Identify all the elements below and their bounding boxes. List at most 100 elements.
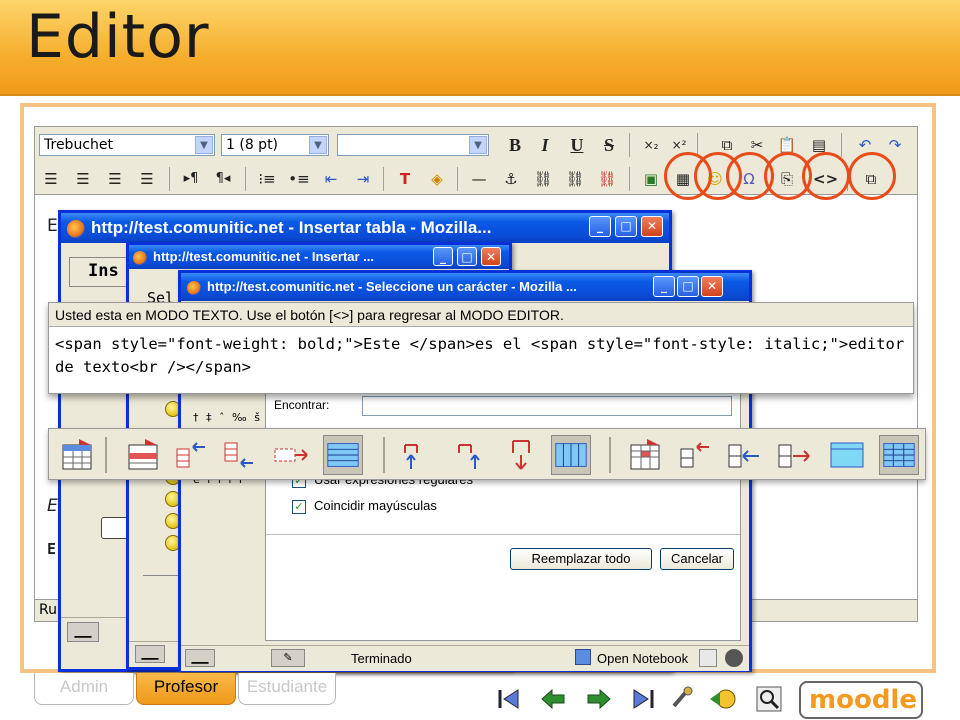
bold-button[interactable]: B (503, 133, 527, 157)
split-cell-icon[interactable] (879, 435, 919, 475)
moodle-logo-text: moodle (809, 685, 917, 715)
editor-text-line: E (47, 540, 57, 558)
tab-estudiante[interactable]: Estudiante (238, 673, 336, 705)
underline-button[interactable]: U (565, 133, 589, 157)
align-center-icon[interactable]: ☰ (71, 167, 95, 191)
window-status-bar: ▁▁ ✎ Terminado Open Notebook (181, 645, 749, 671)
table-tools-strip (48, 428, 926, 480)
align-justify-icon[interactable]: ☰ (135, 167, 159, 191)
delete-column-icon[interactable] (501, 435, 541, 475)
case-label: Coincidir mayúsculas (314, 498, 437, 513)
indent-icon[interactable]: ⇥ (351, 167, 375, 191)
close-button[interactable]: ✕ (701, 276, 723, 297)
tab-admin[interactable]: Admin (34, 673, 134, 705)
unlink-icon[interactable]: ⛓ (595, 167, 619, 191)
previous-slide-icon[interactable] (538, 684, 568, 714)
italic-button[interactable]: I (533, 133, 557, 157)
insert-row-after-icon[interactable] (219, 435, 259, 475)
grid-icon (699, 649, 717, 667)
divider (143, 575, 183, 576)
slide-title-band: Editor (0, 0, 960, 96)
find-label: Encontrar: (274, 398, 330, 412)
maximize-button[interactable]: □ (457, 247, 477, 266)
background-color-icon[interactable]: ◈ (425, 167, 449, 191)
image-icon[interactable]: ▣ (639, 167, 663, 191)
strip-separator (105, 437, 107, 473)
search-icon[interactable] (754, 684, 784, 714)
insert-cell-before-icon[interactable] (675, 435, 715, 475)
close-button[interactable]: ✕ (641, 216, 663, 237)
maximize-button[interactable]: □ (677, 276, 699, 297)
insert-row-before-icon[interactable] (171, 435, 211, 475)
split-column-icon[interactable] (551, 435, 591, 475)
strikethrough-button[interactable]: S (597, 133, 621, 157)
font-size-select[interactable]: 1 (8 pt) ▼ (221, 134, 329, 156)
toolbar-separator (245, 167, 246, 191)
toolbar-separator (169, 167, 170, 191)
merge-cells-icon[interactable] (827, 435, 867, 475)
status-panel-icon: ▁▁ (135, 645, 165, 663)
font-family-select[interactable]: Trebuchet ▼ (39, 134, 215, 156)
chevron-down-icon: ▼ (469, 136, 487, 154)
link-icon[interactable]: ⛓ (531, 167, 555, 191)
character-grid-row[interactable]: † ‡ ˆ ‰ š (193, 411, 262, 424)
insert-column-after-icon[interactable] (449, 435, 489, 475)
minimize-button[interactable]: _ (433, 247, 453, 266)
row-properties-icon[interactable] (123, 435, 163, 475)
firefox-icon (67, 219, 85, 238)
cancel-button[interactable]: Cancelar (660, 548, 734, 570)
anchor-icon[interactable]: ⚓ (499, 167, 523, 191)
redo-icon[interactable]: ↷ (883, 133, 907, 157)
insert-column-before-icon[interactable] (397, 435, 437, 475)
notebook-icon (575, 649, 591, 665)
maximize-button[interactable]: □ (615, 216, 637, 237)
editor-text-line: E (47, 216, 58, 236)
divider (266, 534, 740, 535)
font-size-value: 1 (8 pt) (226, 137, 279, 153)
window-title: http://test.comunitic.net - Insertar ... (153, 249, 375, 264)
unordered-list-icon[interactable]: •≡ (287, 167, 311, 191)
horizontal-rule-icon[interactable]: — (467, 167, 491, 191)
close-button[interactable]: ✕ (481, 247, 501, 266)
strip-separator (383, 437, 385, 473)
split-row-icon[interactable] (323, 435, 363, 475)
toolbar-separator (841, 133, 842, 157)
return-icon[interactable] (666, 684, 696, 714)
format-select[interactable]: ▼ (337, 134, 489, 156)
table-properties-icon[interactable] (57, 435, 97, 475)
text-color-icon[interactable]: T (393, 167, 417, 191)
tab-profesor[interactable]: Profesor (136, 673, 236, 705)
html-source-code[interactable]: <span style="font-weight: bold;">Este </… (55, 333, 905, 379)
insert-cell-after-icon[interactable] (725, 435, 765, 475)
text-mode-message: Usted esta en MODO TEXTO. Use el botón [… (49, 303, 913, 327)
ordered-list-icon[interactable]: ⁝≡ (255, 167, 279, 191)
open-notebook-link[interactable]: Open Notebook (597, 651, 688, 666)
align-right-icon[interactable]: ☰ (103, 167, 127, 191)
font-family-value: Trebuchet (44, 137, 113, 153)
rtl-icon[interactable]: ¶◂ (211, 167, 235, 191)
html-source-panel: Usted esta en MODO TEXTO. Use el botón [… (48, 302, 914, 394)
subscript-button[interactable]: ×₂ (639, 133, 663, 157)
cell-properties-icon[interactable] (625, 435, 665, 475)
nolink-icon[interactable]: ⛓ (563, 167, 587, 191)
minimize-button[interactable]: _ (589, 216, 611, 237)
replace-all-button[interactable]: Reemplazar todo (510, 548, 652, 570)
next-slide-icon[interactable] (584, 684, 614, 714)
moodle-logo[interactable]: moodle (799, 681, 923, 719)
delete-cell-icon[interactable] (775, 435, 815, 475)
status-panel-icon: ▁▁ (67, 622, 99, 642)
status-text: Terminado (351, 651, 412, 666)
window-title-bar[interactable]: http://test.comunitic.net - Insertar tab… (61, 213, 669, 243)
find-input[interactable] (362, 396, 732, 416)
outdent-icon[interactable]: ⇤ (319, 167, 343, 191)
ltr-icon[interactable]: ▸¶ (179, 167, 203, 191)
delete-row-icon[interactable] (271, 435, 311, 475)
first-slide-icon[interactable] (494, 684, 524, 714)
back-icon[interactable] (708, 684, 738, 714)
last-slide-icon[interactable] (628, 684, 658, 714)
align-left-icon[interactable]: ☰ (39, 167, 63, 191)
toolbar-separator (383, 167, 384, 191)
case-checkbox[interactable]: ✓ (292, 500, 306, 514)
minimize-button[interactable]: _ (653, 276, 675, 297)
highlight-circle-html (802, 152, 850, 200)
